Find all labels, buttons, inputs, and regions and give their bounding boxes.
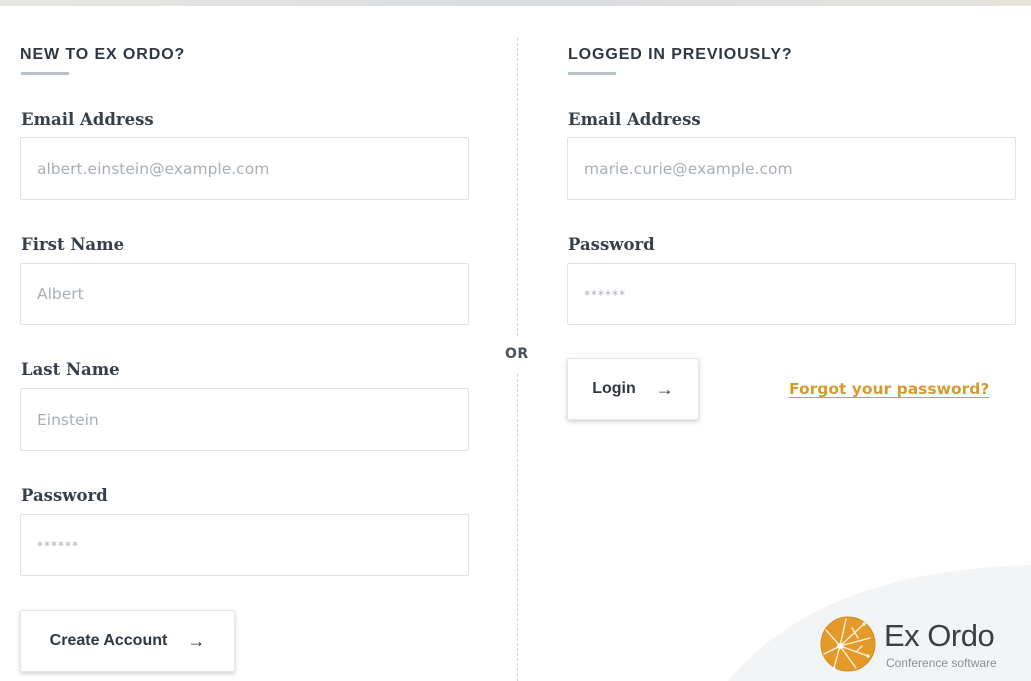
- brand-name: Ex Ordo: [884, 618, 995, 653]
- or-divider-label: OR: [505, 346, 529, 362]
- register-heading-underline: [21, 72, 69, 75]
- create-account-button[interactable]: Create Account →: [20, 610, 235, 672]
- ex-ordo-logo-icon: [820, 616, 876, 672]
- forgot-password-link[interactable]: Forgot your password?: [789, 380, 989, 398]
- login-heading: LOGGED IN PREVIOUSLY?: [568, 46, 793, 63]
- login-email-label: Email Address: [568, 110, 701, 129]
- first-name-label: First Name: [21, 235, 125, 254]
- brand-tagline: Conference software: [886, 656, 997, 670]
- arrow-right-icon: →: [655, 379, 674, 399]
- register-heading: NEW TO EX ORDO?: [20, 46, 186, 63]
- login-button-label: Login: [592, 380, 636, 397]
- last-name-label: Last Name: [21, 360, 120, 379]
- divider-line-bottom: [517, 374, 518, 681]
- login-button[interactable]: Login →: [567, 358, 699, 420]
- login-password-label: Password: [568, 235, 655, 254]
- create-account-label: Create Account: [49, 632, 168, 649]
- arrow-right-icon: →: [187, 631, 206, 651]
- login-heading-underline: [568, 72, 616, 75]
- register-email-input[interactable]: [20, 137, 469, 200]
- background-curve-shape: [728, 565, 1031, 681]
- login-password-input[interactable]: [567, 263, 1016, 325]
- divider-line-top: [517, 38, 518, 336]
- register-password-label: Password: [21, 486, 108, 505]
- register-password-input[interactable]: [20, 514, 469, 576]
- first-name-input[interactable]: [20, 263, 469, 325]
- register-email-label: Email Address: [21, 110, 154, 129]
- login-email-input[interactable]: [567, 137, 1016, 200]
- last-name-input[interactable]: [20, 388, 469, 451]
